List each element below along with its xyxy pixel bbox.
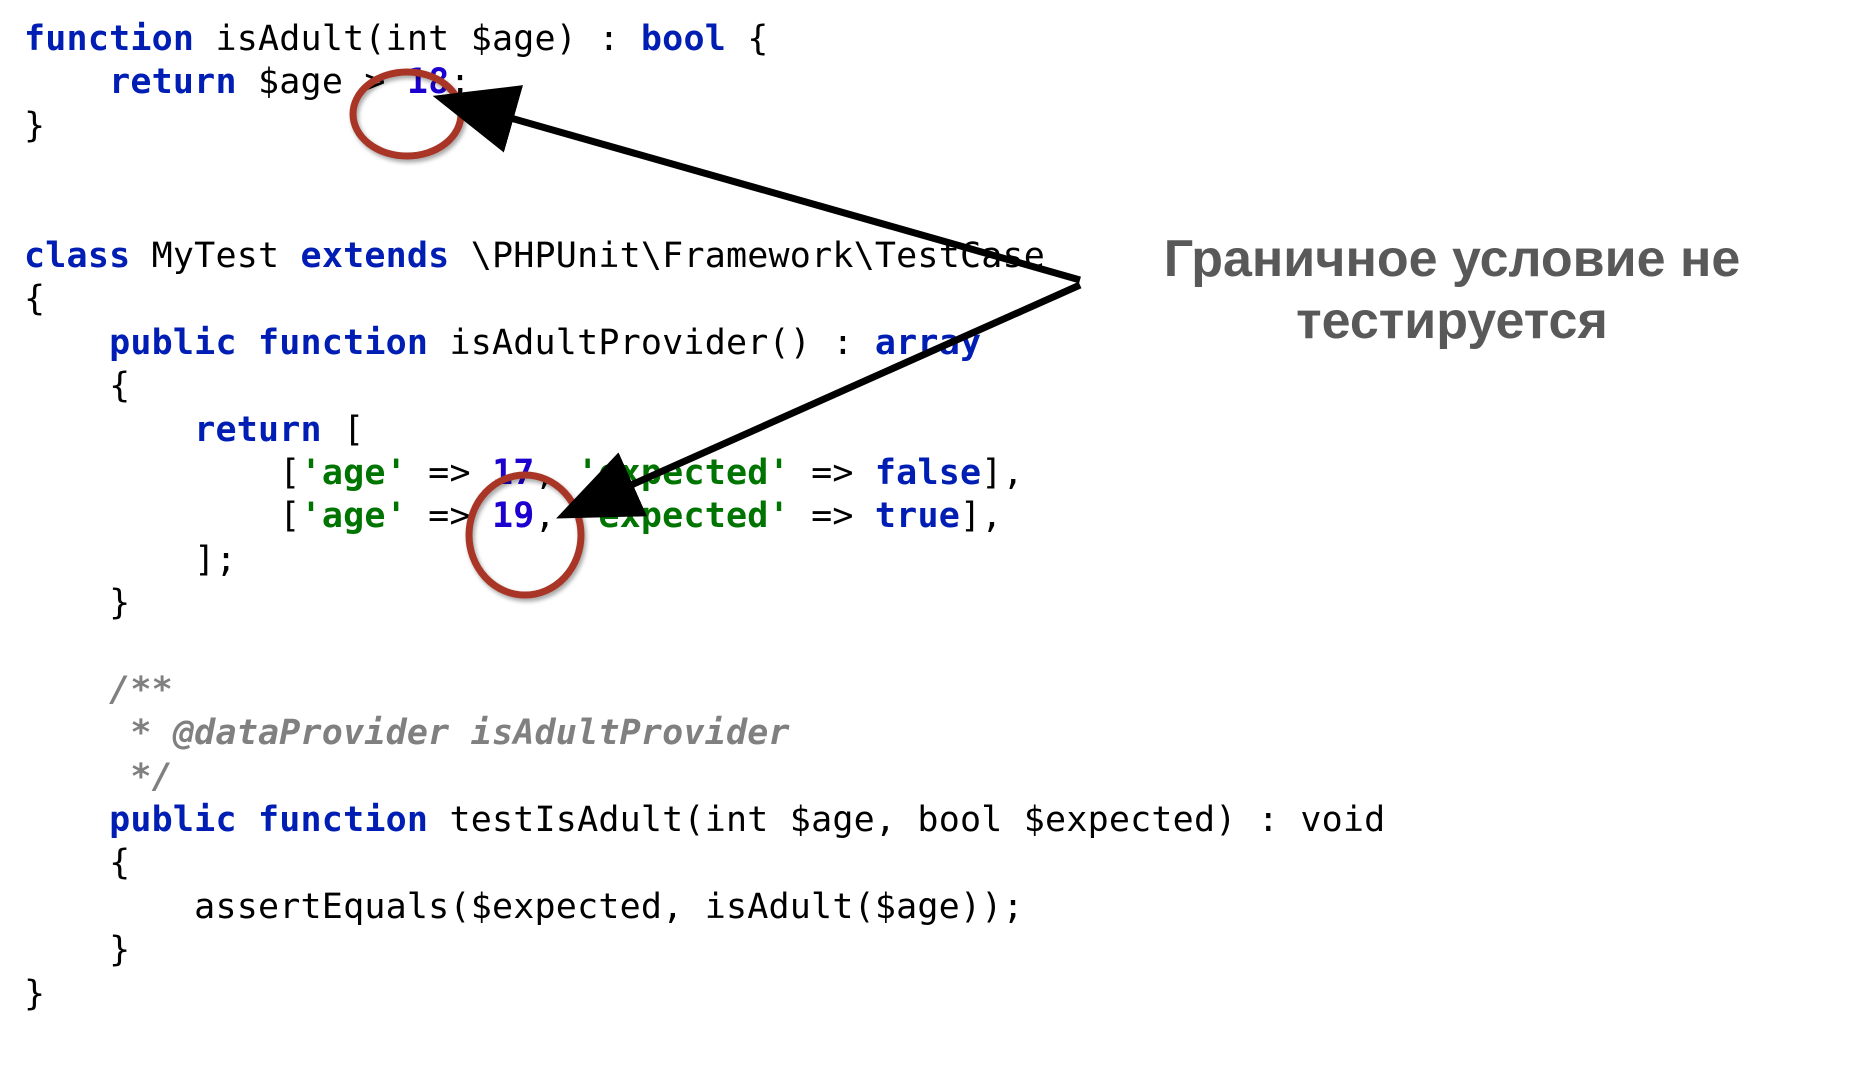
tok: $age > (237, 62, 407, 102)
tok-18: 18 (407, 62, 450, 102)
tok: { (24, 279, 45, 319)
tok: { (726, 19, 769, 59)
tok: assertEquals($expected, isAdult($age)); (24, 887, 1024, 927)
tok: } (24, 930, 130, 970)
tok: , (535, 453, 578, 493)
tok: [ (24, 496, 301, 536)
tok-age: 'age' (301, 453, 407, 493)
tok: isAdult(int $age) : (194, 19, 641, 59)
tok (24, 800, 109, 840)
tok-bool: bool (641, 19, 726, 59)
annotation-caption: Граничное условие не тестируется (1102, 228, 1802, 353)
tok: } (24, 974, 45, 1014)
tok: ], (960, 496, 1003, 536)
tok-17: 17 (492, 453, 535, 493)
caption-line-1: Граничное условие не (1164, 230, 1741, 288)
tok: } (24, 583, 130, 623)
tok-return: return (109, 62, 237, 102)
tok: => (790, 496, 875, 536)
tok: ], (981, 453, 1024, 493)
docblock: */ (24, 757, 173, 797)
tok: ; (449, 62, 470, 102)
tok-expected: 'expected' (577, 453, 790, 493)
slide-root: function isAdult(int $age) : bool { retu… (0, 0, 1862, 1080)
tok: } (24, 106, 45, 146)
docblock: * (24, 713, 173, 753)
tok (24, 323, 109, 363)
docblock: /** (24, 670, 173, 710)
tok: => (407, 453, 492, 493)
tok (24, 410, 194, 450)
tok: MyTest (130, 236, 300, 276)
tok-class: class (24, 236, 130, 276)
tok-false: false (875, 453, 981, 493)
caption-line-2: тестируется (1296, 292, 1608, 350)
tok-age: 'age' (301, 496, 407, 536)
tok-extends: extends (301, 236, 450, 276)
tok: { (24, 843, 130, 883)
tok-expected: 'expected' (577, 496, 790, 536)
docblock-tag: @dataProvider (173, 713, 450, 753)
tok-array: array (875, 323, 981, 363)
tok-public-function: public function (109, 323, 428, 363)
tok: isAdultProvider() : (428, 323, 875, 363)
tok-public-function: public function (109, 800, 428, 840)
tok: => (790, 453, 875, 493)
tok: testIsAdult(int $age, bool $expected) : … (428, 800, 1385, 840)
tok-return: return (194, 410, 322, 450)
tok-19: 19 (492, 496, 535, 536)
docblock: isAdultProvider (449, 713, 789, 753)
tok-function: function (24, 19, 194, 59)
tok: => (407, 496, 492, 536)
code-snippet: function isAdult(int $age) : bool { retu… (24, 18, 1385, 1016)
tok: \PHPUnit\Framework\TestCase (449, 236, 1045, 276)
tok: , (535, 496, 578, 536)
tok-true: true (875, 496, 960, 536)
tok (24, 62, 109, 102)
tok: [ (24, 453, 301, 493)
tok: ]; (24, 540, 237, 580)
tok: { (24, 366, 130, 406)
tok: [ (322, 410, 365, 450)
